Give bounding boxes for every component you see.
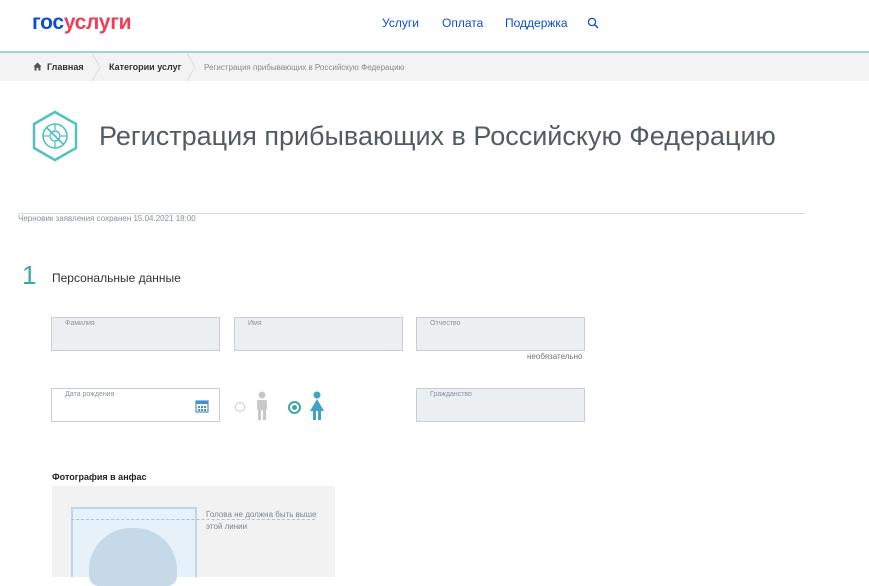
breadcrumb-home[interactable]: Главная bbox=[47, 62, 84, 72]
draft-saved-status: Черновик заявления сохранен 15.04.2021 1… bbox=[18, 214, 196, 223]
radio-dot bbox=[292, 405, 297, 410]
optional-note: необязательно bbox=[527, 352, 583, 361]
breadcrumb-separator-icon bbox=[187, 53, 195, 81]
citizenship-field-label: Гражданство bbox=[430, 391, 472, 398]
page-title: Регистрация прибывающих в Российскую Фед… bbox=[99, 121, 776, 151]
gender-male-radio[interactable] bbox=[235, 402, 245, 412]
photo-hint: Голова не должна быть выше этой линии bbox=[206, 510, 317, 531]
gosuslugi-logo[interactable]: госуслуги bbox=[32, 11, 132, 35]
search-icon[interactable] bbox=[587, 17, 599, 29]
calendar-icon[interactable] bbox=[195, 399, 209, 413]
no-virus-icon bbox=[32, 110, 78, 162]
gender-female-radio[interactable] bbox=[288, 401, 301, 414]
birthdate-field-label: Дата рождения bbox=[65, 391, 115, 398]
male-figure-icon bbox=[257, 391, 267, 420]
nav-services-link[interactable]: Услуги bbox=[382, 16, 419, 30]
nav-payment-link[interactable]: Оплата bbox=[442, 16, 483, 30]
patronymic-field-label: Отчество bbox=[430, 320, 461, 327]
surname-field[interactable]: Фамилия bbox=[51, 317, 220, 351]
surname-field-label: Фамилия bbox=[65, 320, 95, 327]
step-number: 1 bbox=[22, 260, 37, 290]
female-figure-icon bbox=[310, 391, 324, 420]
top-header: госуслуги Услуги Оплата Поддержка bbox=[0, 0, 869, 53]
step-title: Персональные данные bbox=[52, 271, 181, 285]
breadcrumb-categories[interactable]: Категории услуг bbox=[109, 62, 181, 72]
photo-section-title: Фотография в анфас bbox=[52, 472, 147, 482]
patronymic-field[interactable]: Отчество bbox=[416, 317, 585, 351]
breadcrumb-current: Регистрация прибывающих в Российскую Фед… bbox=[204, 63, 405, 72]
nav-support-link[interactable]: Поддержка bbox=[505, 16, 568, 30]
breadcrumb: Главная Категории услуг Регистрация приб… bbox=[0, 53, 869, 81]
citizenship-field[interactable]: Гражданство bbox=[416, 388, 585, 422]
name-field-label: Имя bbox=[248, 320, 262, 327]
name-field[interactable]: Имя bbox=[234, 317, 403, 351]
home-icon[interactable] bbox=[33, 62, 42, 71]
breadcrumb-separator-icon bbox=[92, 53, 100, 81]
